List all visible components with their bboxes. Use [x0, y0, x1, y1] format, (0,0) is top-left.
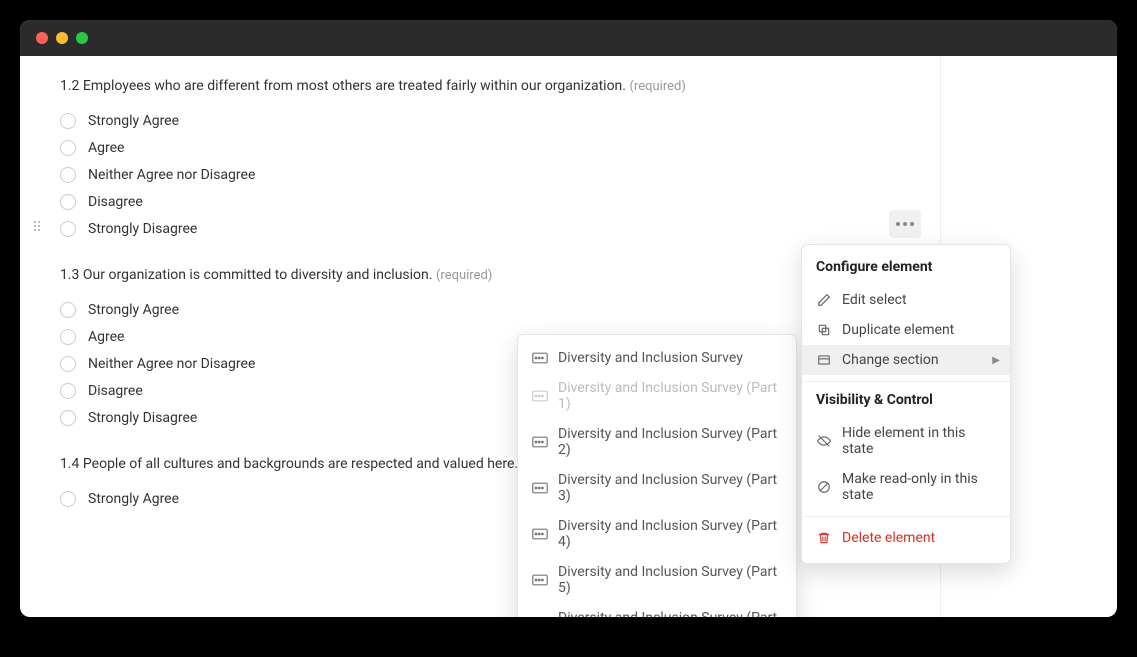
option-label: Agree — [88, 140, 124, 156]
content-area: 1.2 Employees who are different from mos… — [20, 56, 1117, 617]
radio-icon — [60, 329, 76, 345]
menu-item-edit[interactable]: Edit select — [802, 285, 1010, 315]
option-label: Strongly Disagree — [88, 221, 197, 237]
option-item[interactable]: Strongly Disagree — [60, 221, 910, 237]
menu-item-label: Edit select — [842, 292, 907, 308]
eye-off-icon — [816, 433, 832, 449]
required-label: (required) — [629, 79, 685, 94]
duplicate-icon — [816, 322, 832, 338]
menu-section-title: Configure element — [802, 255, 1010, 285]
app-window: 1.2 Employees who are different from mos… — [20, 20, 1117, 617]
submenu-item-label: Diversity and Inclusion Survey (Part 2) — [558, 426, 782, 458]
menu-item-label: Delete element — [842, 530, 935, 546]
question-prompt: Our organization is committed to diversi… — [83, 267, 433, 283]
radio-icon — [60, 383, 76, 399]
menu-item-duplicate[interactable]: Duplicate element — [802, 315, 1010, 345]
submenu-item-label: Diversity and Inclusion Survey (Part 4) — [558, 518, 782, 550]
submenu-item: Diversity and Inclusion Survey (Part 1) — [518, 373, 796, 419]
form-icon — [532, 434, 548, 450]
change-section-submenu: Diversity and Inclusion Survey Diversity… — [517, 334, 797, 617]
option-label: Strongly Disagree — [88, 410, 197, 426]
window-minimize-button[interactable] — [56, 32, 68, 44]
question-prompt: People of all cultures and backgrounds a… — [83, 456, 518, 472]
form-icon — [532, 480, 548, 496]
option-label: Strongly Agree — [88, 491, 179, 507]
context-menu: Configure element Edit select Duplicate … — [801, 244, 1011, 564]
submenu-item[interactable]: Diversity and Inclusion Survey (Part 5) — [518, 557, 796, 603]
menu-item-delete[interactable]: Delete element — [802, 523, 1010, 553]
menu-divider — [802, 516, 1010, 517]
window-titlebar — [20, 20, 1117, 56]
radio-icon — [60, 113, 76, 129]
menu-item-label: Hide element in this state — [842, 425, 996, 457]
trash-icon — [816, 530, 832, 546]
question-text: 1.3 Our organization is committed to div… — [60, 265, 910, 286]
menu-section-title: Visibility & Control — [802, 388, 1010, 418]
menu-item-readonly[interactable]: Make read-only in this state — [802, 464, 1010, 510]
options-list: Strongly Agree Agree Neither Agree nor D… — [60, 113, 910, 237]
prohibit-icon — [816, 479, 832, 495]
radio-icon — [60, 491, 76, 507]
radio-icon — [60, 356, 76, 372]
submenu-item[interactable]: Diversity and Inclusion Survey (Part 6) — [518, 603, 796, 617]
menu-item-label: Duplicate element — [842, 322, 954, 338]
question-text: 1.2 Employees who are different from mos… — [60, 76, 910, 97]
option-item[interactable]: Agree — [60, 140, 910, 156]
radio-icon — [60, 410, 76, 426]
menu-item-change-section[interactable]: Change section ▶ — [802, 345, 1010, 375]
submenu-item-label: Diversity and Inclusion Survey (Part 5) — [558, 564, 782, 596]
section-icon — [816, 352, 832, 368]
radio-icon — [60, 167, 76, 183]
window-maximize-button[interactable] — [76, 32, 88, 44]
question-number: 1.3 — [60, 267, 79, 283]
menu-item-label: Change section — [842, 352, 939, 368]
required-label: (required) — [436, 268, 492, 283]
chevron-right-icon: ▶ — [992, 355, 1000, 366]
drag-handle-icon[interactable] — [34, 221, 40, 231]
form-icon — [532, 350, 548, 366]
submenu-item[interactable]: Diversity and Inclusion Survey (Part 2) — [518, 419, 796, 465]
radio-icon — [60, 140, 76, 156]
option-label: Disagree — [88, 194, 143, 210]
option-item[interactable]: Strongly Agree — [60, 302, 910, 318]
option-label: Disagree — [88, 383, 143, 399]
option-item[interactable]: Disagree — [60, 194, 910, 210]
submenu-item-label: Diversity and Inclusion Survey (Part 1) — [558, 380, 782, 412]
submenu-item-label: Diversity and Inclusion Survey (Part 6) — [558, 610, 782, 617]
submenu-item[interactable]: Diversity and Inclusion Survey (Part 4) — [518, 511, 796, 557]
submenu-item-label: Diversity and Inclusion Survey — [558, 350, 743, 366]
radio-icon — [60, 302, 76, 318]
question-block: 1.2 Employees who are different from mos… — [60, 76, 910, 237]
form-icon — [532, 526, 548, 542]
option-item[interactable]: Strongly Agree — [60, 113, 910, 129]
option-label: Neither Agree nor Disagree — [88, 356, 255, 372]
question-number: 1.4 — [60, 456, 79, 472]
option-item[interactable]: Neither Agree nor Disagree — [60, 167, 910, 183]
window-close-button[interactable] — [36, 32, 48, 44]
menu-item-hide[interactable]: Hide element in this state — [802, 418, 1010, 464]
option-label: Strongly Agree — [88, 302, 179, 318]
option-label: Neither Agree nor Disagree — [88, 167, 255, 183]
menu-divider — [802, 381, 1010, 382]
question-number: 1.2 — [60, 78, 79, 94]
option-label: Agree — [88, 329, 124, 345]
question-prompt: Employees who are different from most ot… — [83, 78, 626, 94]
form-icon — [532, 388, 548, 404]
menu-item-label: Make read-only in this state — [842, 471, 996, 503]
radio-icon — [60, 194, 76, 210]
option-label: Strongly Agree — [88, 113, 179, 129]
submenu-item[interactable]: Diversity and Inclusion Survey (Part 3) — [518, 465, 796, 511]
submenu-item-label: Diversity and Inclusion Survey (Part 3) — [558, 472, 782, 504]
radio-icon — [60, 221, 76, 237]
submenu-item[interactable]: Diversity and Inclusion Survey — [518, 343, 796, 373]
pencil-icon — [816, 292, 832, 308]
form-icon — [532, 572, 548, 588]
